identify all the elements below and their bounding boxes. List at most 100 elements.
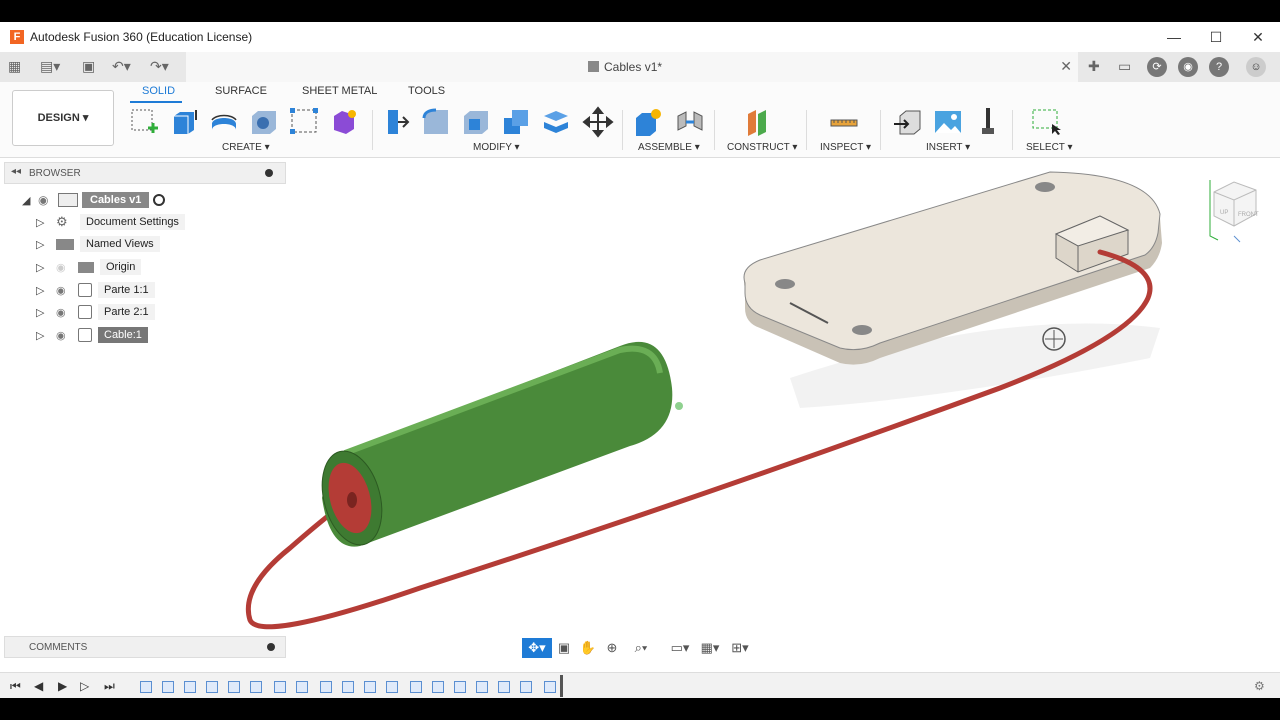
- close-window-button[interactable]: ✕: [1236, 22, 1280, 52]
- expand-triangle-icon[interactable]: ▷: [36, 261, 56, 274]
- browser-header[interactable]: ◂◂ BROWSER: [4, 162, 286, 184]
- modify-group-label[interactable]: MODIFY ▾: [473, 142, 520, 153]
- combine-icon[interactable]: [500, 106, 532, 138]
- visibility-eye-icon[interactable]: ◉: [56, 329, 78, 342]
- timeline-feature[interactable]: [228, 681, 240, 693]
- expand-triangle-icon[interactable]: ▷: [36, 216, 56, 229]
- timeline-feature[interactable]: [184, 681, 196, 693]
- timeline-marker[interactable]: [560, 675, 563, 697]
- hole-icon[interactable]: [248, 106, 280, 138]
- comments-panel[interactable]: COMMENTS: [4, 636, 286, 658]
- create-sketch-icon[interactable]: [128, 106, 160, 138]
- select-window-icon[interactable]: [1030, 106, 1062, 138]
- orbit-tool-icon[interactable]: ✥▾: [522, 638, 552, 658]
- pan-hand-icon[interactable]: ✋: [578, 638, 598, 658]
- assemble-group-label[interactable]: ASSEMBLE ▾: [638, 142, 700, 153]
- browser-item-cable[interactable]: ▷ ◉ Cable:1: [36, 325, 148, 345]
- new-tab-icon[interactable]: ✚: [1088, 58, 1100, 75]
- timeline-feature[interactable]: [498, 681, 510, 693]
- timeline-feature[interactable]: [274, 681, 286, 693]
- create-form-icon[interactable]: [328, 106, 360, 138]
- offset-face-icon[interactable]: [540, 106, 572, 138]
- tab-surface[interactable]: SURFACE: [215, 85, 267, 97]
- undo-icon[interactable]: ↶▾: [112, 58, 131, 75]
- browser-item-named-views[interactable]: ▷ Named Views: [36, 234, 160, 254]
- fillet-icon[interactable]: [420, 106, 452, 138]
- maximize-button[interactable]: ☐: [1194, 22, 1238, 52]
- zoom-icon[interactable]: ⊕: [602, 638, 622, 658]
- browser-item-document-settings[interactable]: ▷ ⚙ Document Settings: [36, 212, 185, 232]
- timeline-feature[interactable]: [162, 681, 174, 693]
- canvas-image-icon[interactable]: [932, 106, 964, 138]
- tab-solid[interactable]: SOLID: [142, 85, 175, 97]
- timeline-feature[interactable]: [386, 681, 398, 693]
- look-at-icon[interactable]: ▣: [554, 638, 574, 658]
- visibility-eye-icon[interactable]: ◉: [56, 306, 78, 319]
- insert-mcmaster-icon[interactable]: [972, 106, 1004, 138]
- timeline-feature[interactable]: [364, 681, 376, 693]
- expand-triangle-icon[interactable]: ▷: [36, 329, 56, 342]
- timeline-feature[interactable]: [140, 681, 152, 693]
- revolve-icon[interactable]: [208, 106, 240, 138]
- pattern-icon[interactable]: [288, 106, 320, 138]
- inspect-group-label[interactable]: INSPECT ▾: [820, 142, 871, 153]
- expand-triangle-icon[interactable]: ▷: [36, 306, 56, 319]
- collapse-browser-icon[interactable]: ◂◂: [11, 166, 21, 177]
- activate-radio-icon[interactable]: [153, 194, 166, 206]
- redo-icon[interactable]: ↷▾: [150, 58, 169, 75]
- app-grid-icon[interactable]: ▦: [8, 58, 21, 75]
- timeline-feature[interactable]: [250, 681, 262, 693]
- timeline-feature[interactable]: [342, 681, 354, 693]
- job-status-icon[interactable]: ⟳: [1147, 57, 1167, 77]
- browser-root-row[interactable]: ◢ ◉ Cables v1: [22, 190, 166, 210]
- select-group-label[interactable]: SELECT ▾: [1026, 142, 1073, 153]
- insert-group-label[interactable]: INSERT ▾: [926, 142, 970, 153]
- comments-icon[interactable]: ▭: [1118, 58, 1131, 75]
- construct-group-label[interactable]: CONSTRUCT ▾: [727, 142, 797, 153]
- workspace-switcher-button[interactable]: DESIGN ▾: [12, 90, 114, 146]
- help-icon[interactable]: ?: [1209, 57, 1229, 77]
- notifications-icon[interactable]: ◉: [1178, 57, 1198, 77]
- timeline-feature[interactable]: [432, 681, 444, 693]
- grid-settings-icon[interactable]: ▦▾: [696, 638, 724, 658]
- timeline-feature[interactable]: [320, 681, 332, 693]
- timeline-feature[interactable]: [410, 681, 422, 693]
- expand-triangle-icon[interactable]: ▷: [36, 238, 56, 251]
- tab-sheet-metal[interactable]: SHEET METAL: [302, 85, 377, 97]
- new-component-icon[interactable]: [632, 106, 664, 138]
- timeline-feature[interactable]: [296, 681, 308, 693]
- timeline-play-icon[interactable]: ▶: [58, 679, 67, 693]
- create-group-label[interactable]: CREATE ▾: [222, 142, 270, 153]
- joint-icon[interactable]: [674, 106, 706, 138]
- browser-pin-icon[interactable]: [265, 169, 273, 177]
- close-tab-icon[interactable]: ✕: [1060, 58, 1072, 75]
- add-comment-icon[interactable]: [267, 643, 275, 651]
- fit-zoom-icon[interactable]: ⌕▾: [626, 638, 656, 658]
- offset-plane-icon[interactable]: [744, 106, 776, 138]
- timeline-prev-icon[interactable]: ◀: [34, 679, 43, 693]
- timeline-feature[interactable]: [544, 681, 556, 693]
- expand-triangle-icon[interactable]: ▷: [36, 284, 56, 297]
- browser-item-parte-2[interactable]: ▷ ◉ Parte 2:1: [36, 302, 155, 322]
- visibility-hidden-icon[interactable]: ◉: [56, 261, 78, 274]
- browser-item-parte-1[interactable]: ▷ ◉ Parte 1:1: [36, 280, 155, 300]
- display-settings-icon[interactable]: ▭▾: [666, 638, 694, 658]
- move-copy-icon[interactable]: [582, 106, 614, 138]
- view-cube[interactable]: UP FRONT: [1208, 174, 1262, 244]
- timeline-feature[interactable]: [520, 681, 532, 693]
- browser-item-origin[interactable]: ▷ ◉ Origin: [36, 257, 142, 277]
- timeline-next-icon[interactable]: ▷: [80, 679, 89, 693]
- press-pull-icon[interactable]: [380, 106, 412, 138]
- visibility-eye-icon[interactable]: ◉: [38, 193, 58, 207]
- minimize-button[interactable]: —: [1152, 22, 1196, 52]
- timeline-settings-gear-icon[interactable]: ⚙: [1254, 679, 1265, 693]
- timeline-feature[interactable]: [454, 681, 466, 693]
- timeline-feature[interactable]: [206, 681, 218, 693]
- user-avatar[interactable]: ☺: [1246, 57, 1266, 77]
- timeline-last-icon[interactable]: ⏭: [104, 679, 115, 694]
- insert-derive-icon[interactable]: [892, 106, 924, 138]
- timeline-first-icon[interactable]: ⏮: [10, 679, 21, 694]
- expanded-triangle-icon[interactable]: ◢: [22, 194, 38, 207]
- visibility-eye-icon[interactable]: ◉: [56, 284, 78, 297]
- timeline-feature[interactable]: [476, 681, 488, 693]
